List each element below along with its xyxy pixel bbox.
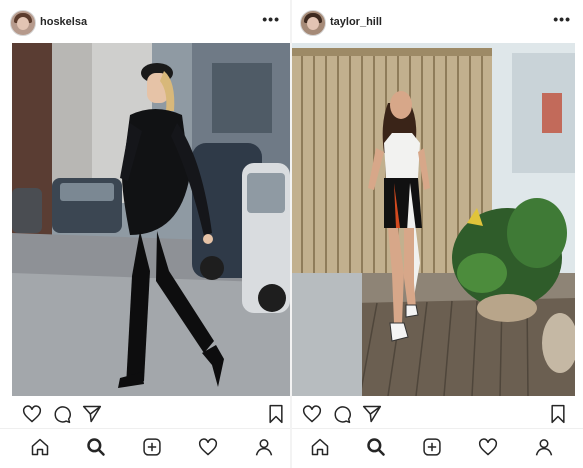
post-panel-left: hoskelsa ••• [0, 0, 290, 468]
heart-icon[interactable] [302, 404, 322, 424]
comment-icon[interactable] [52, 404, 72, 424]
share-icon[interactable] [82, 404, 102, 424]
post-photo[interactable] [292, 43, 575, 396]
street-fashion-photo [12, 43, 290, 396]
bottom-nav [292, 428, 583, 465]
post-photo[interactable] [12, 43, 290, 396]
bookmark-icon[interactable] [266, 404, 286, 424]
heart-icon[interactable] [22, 404, 42, 424]
username[interactable]: taylor_hill [330, 16, 382, 28]
home-icon[interactable] [30, 437, 50, 457]
activity-heart-icon[interactable] [478, 437, 498, 457]
more-options-icon[interactable]: ••• [262, 11, 280, 27]
post-actions-bar [0, 401, 290, 427]
bookmark-icon[interactable] [548, 404, 568, 424]
bottom-nav [0, 428, 290, 465]
share-icon[interactable] [362, 404, 382, 424]
activity-heart-icon[interactable] [198, 437, 218, 457]
add-post-icon[interactable] [422, 437, 442, 457]
profile-icon[interactable] [254, 437, 274, 457]
add-post-icon[interactable] [142, 437, 162, 457]
post-panel-right: taylor_hill ••• [292, 0, 583, 468]
post-actions-bar [292, 401, 583, 427]
profile-icon[interactable] [534, 437, 554, 457]
search-icon[interactable] [86, 437, 106, 457]
comment-icon[interactable] [332, 404, 352, 424]
home-icon[interactable] [310, 437, 330, 457]
post-header: taylor_hill ••• [292, 5, 583, 41]
username[interactable]: hoskelsa [40, 16, 87, 28]
search-icon[interactable] [366, 437, 386, 457]
avatar[interactable] [10, 10, 36, 36]
patio-fashion-photo [292, 43, 575, 396]
post-header: hoskelsa ••• [0, 5, 290, 41]
more-options-icon[interactable]: ••• [553, 11, 571, 27]
avatar[interactable] [300, 10, 326, 36]
